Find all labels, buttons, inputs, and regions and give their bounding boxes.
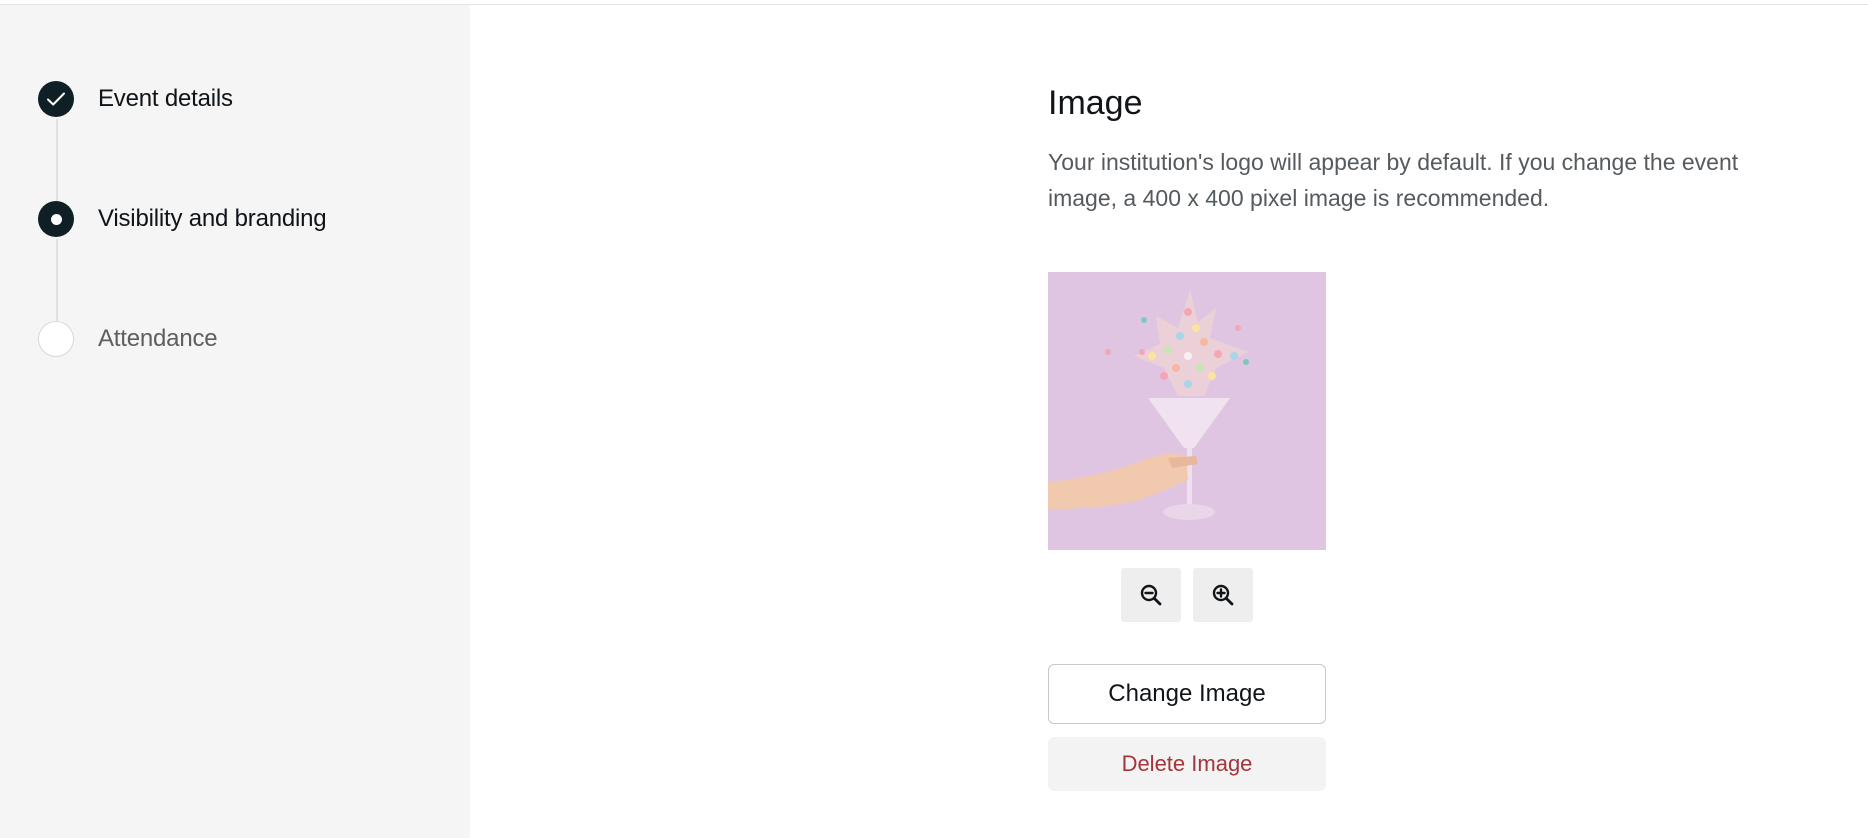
- zoom-out-icon: [1140, 584, 1162, 606]
- change-image-button[interactable]: Change Image: [1048, 664, 1326, 724]
- dot-icon: [38, 201, 74, 237]
- image-editor: Change Image Delete Image: [1048, 272, 1326, 791]
- step-attendance[interactable]: Attendance: [38, 321, 326, 441]
- event-image-preview[interactable]: [1048, 272, 1326, 550]
- step-connector: [56, 119, 58, 201]
- step-sidebar: Event details Visibility and branding At…: [0, 5, 470, 838]
- zoom-controls: [1048, 568, 1326, 622]
- zoom-in-icon: [1212, 584, 1234, 606]
- delete-image-button[interactable]: Delete Image: [1048, 737, 1326, 791]
- step-visibility-and-branding[interactable]: Visibility and branding: [38, 201, 327, 321]
- step-list: Event details Visibility and branding At…: [38, 81, 327, 441]
- empty-circle-icon: [38, 321, 74, 357]
- cocktail-sprinkles-image: [1048, 272, 1326, 550]
- step-label: Visibility and branding: [98, 205, 327, 232]
- check-icon: [38, 81, 74, 117]
- step-connector: [56, 239, 58, 321]
- section-title: Image: [1048, 84, 1143, 122]
- step-event-details[interactable]: Event details: [38, 81, 326, 201]
- image-settings-panel: Image Your institution's logo will appea…: [1048, 80, 1808, 791]
- zoom-in-button[interactable]: [1193, 568, 1253, 622]
- zoom-out-button[interactable]: [1121, 568, 1181, 622]
- step-label: Event details: [98, 85, 233, 112]
- step-label: Attendance: [98, 325, 218, 352]
- section-description: Your institution's logo will appear by d…: [1048, 149, 1739, 211]
